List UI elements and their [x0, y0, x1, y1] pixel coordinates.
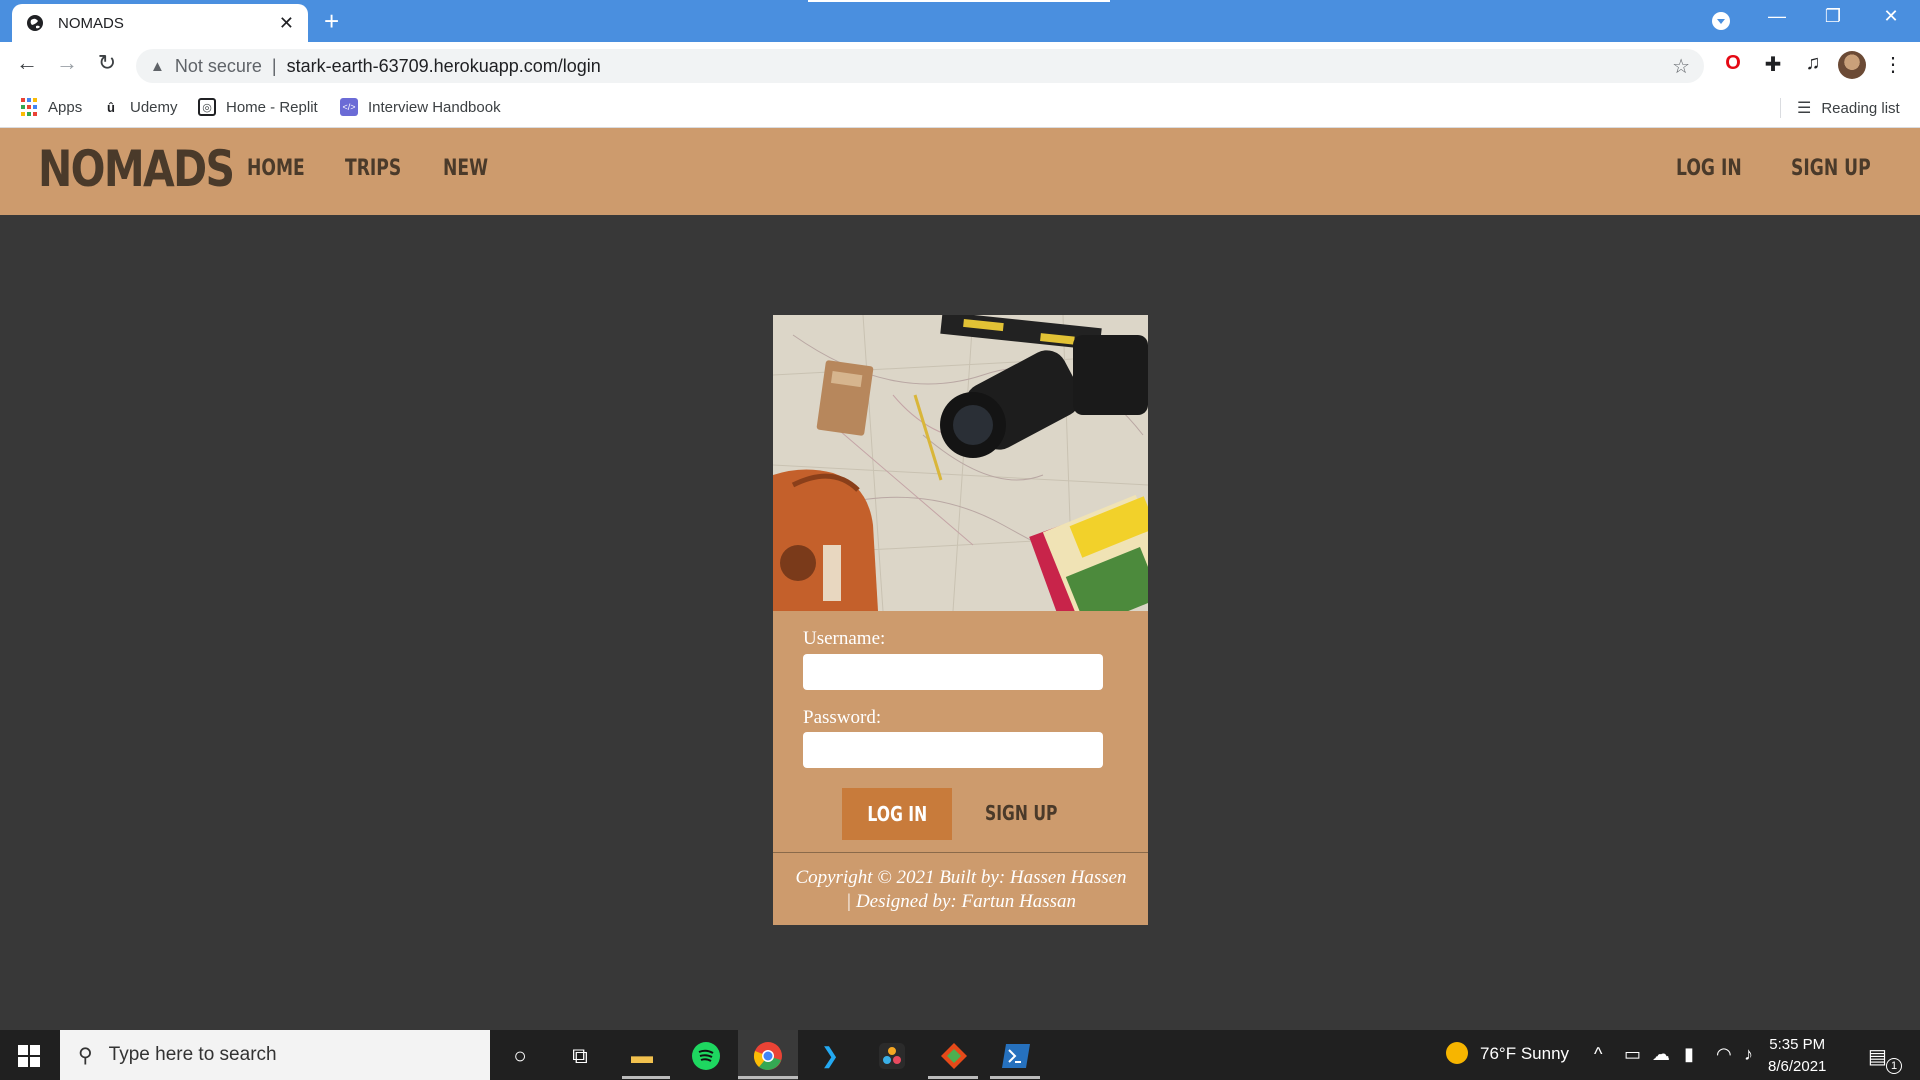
search-icon: ⚲: [78, 1044, 93, 1067]
reading-list-button[interactable]: ☰ Reading list: [1780, 98, 1900, 118]
browser-tab[interactable]: NOMADS ✕: [12, 4, 308, 42]
card-footer: Copyright © 2021 Built by: Hassen Hassen…: [781, 866, 1141, 914]
back-arrow-icon[interactable]: ←: [12, 50, 42, 76]
task-view-icon[interactable]: ⧉: [564, 1040, 596, 1072]
spotify-icon[interactable]: [690, 1040, 722, 1072]
login-card: Username: Password: LOG IN SIGN UP Copyr…: [773, 315, 1148, 925]
bookmark-interview-handbook[interactable]: </> Interview Handbook: [340, 98, 501, 116]
url-text[interactable]: stark-earth-63709.herokuapp.com/login: [287, 56, 601, 77]
address-bar[interactable]: ▲ Not secure | stark-earth-63709.herokua…: [136, 49, 1704, 83]
file-explorer-running-indicator: [622, 1076, 670, 1079]
address-separator: |: [271, 55, 277, 76]
new-tab-icon[interactable]: +: [324, 8, 339, 34]
travel-flatlay-image: [773, 315, 1148, 611]
clock-date: 8/6/2021: [1768, 1058, 1827, 1075]
chrome-running-indicator: [738, 1076, 798, 1079]
tab-title: NOMADS: [58, 14, 124, 32]
login-button[interactable]: LOG IN: [842, 788, 952, 840]
nav-signup[interactable]: SIGN UP: [1791, 156, 1871, 181]
weather-sun-icon[interactable]: [1444, 1040, 1470, 1071]
opera-extension-icon[interactable]: O: [1720, 52, 1746, 75]
bookmark-star-icon[interactable]: ☆: [1672, 54, 1690, 79]
bookmark-label: Home - Replit: [226, 98, 318, 116]
reload-icon[interactable]: ↻: [92, 50, 122, 76]
onedrive-cloud-icon[interactable]: ☁: [1652, 1044, 1670, 1065]
bookmark-replit[interactable]: ◎ Home - Replit: [198, 98, 318, 116]
chrome-icon[interactable]: [752, 1040, 784, 1072]
close-tab-icon[interactable]: ✕: [279, 13, 294, 34]
close-window-icon[interactable]: ✕: [1876, 6, 1906, 27]
windows-taskbar: ⚲ Type here to search ○ ⧉ ▬ ❯ 76°F Sunny…: [0, 1030, 1920, 1080]
tab-search-icon[interactable]: [1712, 12, 1730, 30]
powershell-icon[interactable]: [1000, 1040, 1032, 1072]
windows-start-icon[interactable]: [18, 1045, 40, 1067]
restore-icon[interactable]: ❐: [1818, 6, 1848, 27]
forward-arrow-icon[interactable]: →: [52, 50, 82, 76]
nav-new[interactable]: NEW: [443, 156, 488, 181]
tab-strip-highlight: [808, 0, 1110, 2]
replit-icon: ◎: [198, 98, 216, 116]
davinci-resolve-icon[interactable]: [876, 1040, 908, 1072]
menu-kebab-icon[interactable]: ⋮: [1880, 52, 1906, 77]
notification-center-icon[interactable]: ▤: [1868, 1044, 1887, 1069]
bookmark-label: Interview Handbook: [368, 98, 501, 116]
browser-toolbar: ← → ↻ ▲ Not secure | stark-earth-63709.h…: [0, 42, 1920, 88]
footer-designer: | Designed by: Fartun Hassan: [845, 891, 1077, 912]
minimize-icon[interactable]: —: [1762, 6, 1792, 27]
extensions-puzzle-icon[interactable]: ✚: [1760, 52, 1786, 77]
show-hidden-icons-chevron[interactable]: ^: [1594, 1044, 1602, 1065]
bookmark-label: Apps: [48, 98, 83, 116]
nav-home[interactable]: HOME: [247, 156, 305, 181]
card-divider: [773, 852, 1148, 853]
signup-link[interactable]: SIGN UP: [985, 801, 1057, 825]
media-control-icon[interactable]: ♫: [1800, 52, 1826, 75]
powershell-running-indicator: [990, 1076, 1040, 1079]
site-header: NOMADS HOME TRIPS NEW LOG IN SIGN UP: [0, 128, 1920, 215]
git-running-indicator: [928, 1076, 978, 1079]
reading-list-label: Reading list: [1821, 99, 1900, 117]
battery-icon[interactable]: ▮: [1684, 1044, 1694, 1065]
footer-copyright: Copyright © 2021 Built by: Hassen Hassen: [795, 867, 1127, 888]
bookmarks-bar: Apps û Udemy ◎ Home - Replit </> Intervi…: [0, 88, 1920, 128]
volume-icon[interactable]: ♪: [1744, 1044, 1753, 1065]
weather-text[interactable]: 76°F Sunny: [1480, 1044, 1569, 1064]
notification-count-badge: 1: [1886, 1058, 1902, 1074]
browser-tab-strip: NOMADS ✕ + — ❐ ✕: [0, 0, 1920, 42]
globe-icon: [27, 15, 43, 31]
clock-time: 5:35 PM: [1769, 1036, 1826, 1053]
file-explorer-icon[interactable]: ▬: [626, 1040, 658, 1072]
site-logo[interactable]: NOMADS: [38, 140, 235, 198]
nav-trips[interactable]: TRIPS: [345, 156, 401, 181]
nav-login[interactable]: LOG IN: [1676, 156, 1742, 181]
apps-grid-icon: [20, 98, 38, 116]
wifi-icon[interactable]: ◠: [1716, 1044, 1732, 1065]
profile-avatar[interactable]: [1838, 51, 1866, 79]
security-status: Not secure: [174, 55, 262, 76]
meet-now-icon[interactable]: ▭: [1624, 1044, 1641, 1065]
bookmark-udemy[interactable]: û Udemy: [102, 98, 178, 116]
cortana-icon[interactable]: ○: [504, 1040, 536, 1072]
username-input[interactable]: [803, 654, 1103, 690]
reading-list-icon: ☰: [1797, 100, 1812, 117]
warning-icon: ▲: [150, 57, 165, 75]
handbook-icon: </>: [340, 98, 358, 116]
bookmark-apps[interactable]: Apps: [20, 98, 82, 116]
taskbar-search-box[interactable]: ⚲ Type here to search: [60, 1030, 490, 1080]
git-gui-icon[interactable]: [938, 1040, 970, 1072]
taskbar-search-placeholder: Type here to search: [108, 1044, 277, 1065]
password-input[interactable]: [803, 732, 1103, 768]
password-label: Password:: [803, 707, 882, 728]
vscode-icon[interactable]: ❯: [814, 1040, 846, 1072]
username-label: Username:: [803, 628, 886, 649]
bookmark-label: Udemy: [130, 98, 178, 116]
taskbar-clock[interactable]: 5:35 PM 8/6/2021: [1768, 1034, 1826, 1078]
login-button-label: LOG IN: [867, 802, 927, 826]
udemy-icon: û: [107, 99, 115, 115]
